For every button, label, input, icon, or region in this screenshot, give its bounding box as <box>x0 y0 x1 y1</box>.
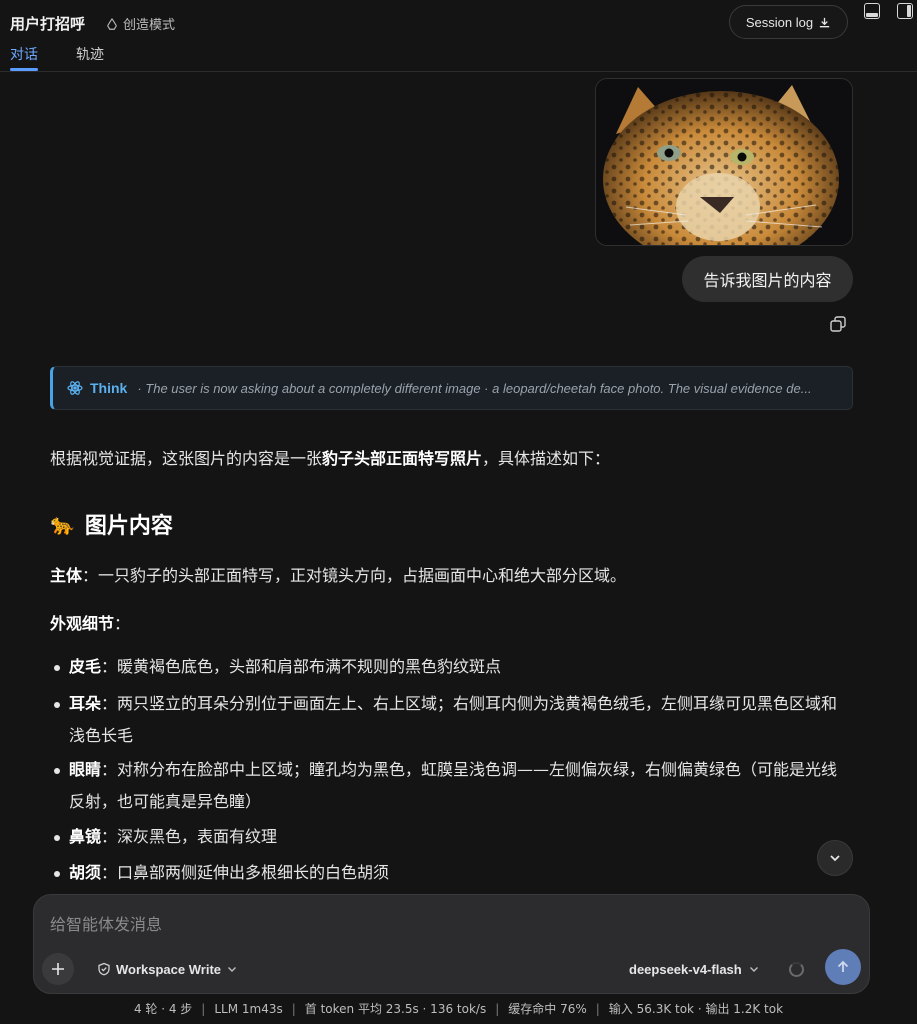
bullet-label: 鼻镜 <box>69 827 102 846</box>
shield-icon <box>98 962 110 976</box>
bullet-text: ：口鼻部两侧延伸出多根细长的白色胡须 <box>101 863 390 882</box>
list-item: 耳朵：两只竖立的耳朵分别位于画面左上、右上区域；右侧耳内侧为浅黄褐色绒毛，左侧耳… <box>50 688 850 752</box>
bullet-label: 胡须 <box>69 863 102 882</box>
send-button[interactable] <box>825 949 861 985</box>
status-llm-time: LLM 1m43s <box>214 1002 283 1016</box>
subject-paragraph: 主体：一只豹子的头部正面特写，正对镜头方向，占据画面中心和绝大部分区域。 <box>50 562 626 586</box>
section-heading: 🐆 图片内容 <box>50 508 173 540</box>
chevron-down-icon <box>228 967 237 972</box>
workspace-label: Workspace Write <box>116 961 222 977</box>
copy-icon[interactable] <box>829 315 847 333</box>
intro-suffix: ，具体描述如下： <box>482 449 611 468</box>
chevron-down-icon <box>830 855 840 862</box>
scroll-to-bottom-button[interactable] <box>817 840 853 876</box>
status-tokens: 输入 56.3K tok · 输出 1.2K tok <box>608 1002 784 1016</box>
status-separator: | <box>595 1002 600 1016</box>
bullet-label: 耳朵 <box>69 694 102 713</box>
atom-icon <box>67 381 83 395</box>
details-suffix: ： <box>114 614 131 633</box>
mode-label: 创造模式 <box>123 18 176 33</box>
message-input[interactable] <box>50 909 810 939</box>
leopard-emoji-icon: 🐆 <box>50 512 75 536</box>
intro-prefix: 根据视觉证据，这张图片的内容是一张 <box>50 449 323 468</box>
message-composer: Workspace Write deepseek-v4-flash <box>33 894 870 994</box>
page-title: 用户打招呼 <box>10 15 86 33</box>
toggle-side-panel-icon[interactable] <box>897 3 913 19</box>
user-message-bubble: 告诉我图片的内容 <box>682 256 853 302</box>
list-item: 胡须：口鼻部两侧延伸出多根细长的白色胡须 <box>50 857 850 889</box>
bullet-text: ：暖黄褐色底色，头部和肩部布满不规则的黑色豹纹斑点 <box>101 657 502 676</box>
think-text: · The user is now asking about a complet… <box>137 380 812 396</box>
chevron-down-icon <box>749 967 758 972</box>
bullet-label: 眼睛 <box>69 760 102 779</box>
intro-bold: 豹子头部正面特写照片 <box>322 449 483 468</box>
section-title: 图片内容 <box>84 514 173 539</box>
plus-icon <box>52 963 64 975</box>
details-heading: 外观细节： <box>50 610 130 634</box>
mode-indicator[interactable]: 创造模式 <box>105 14 175 33</box>
status-separator: | <box>291 1002 296 1016</box>
workspace-permission-select[interactable]: Workspace Write <box>97 957 238 981</box>
loading-spinner-icon <box>789 962 804 977</box>
arrow-up-icon <box>837 960 849 972</box>
status-bar: 4 轮 · 4 步 | LLM 1m43s | 首 token 平均 23.5s · 1… <box>0 1000 917 1017</box>
bullet-text: ：对称分布在脸部中上区域；瞳孔均为黑色，虹膜呈浅色调——左侧偏灰绿，右侧偏黄绿色… <box>69 760 838 811</box>
header: 用户打招呼 创造模式 对话 轨迹 Session log <box>0 0 917 72</box>
tab-trajectory[interactable]: 轨迹 <box>76 44 104 64</box>
model-label: deepseek-v4-flash <box>629 961 742 977</box>
active-tab-indicator <box>10 68 38 71</box>
tab-conversation[interactable]: 对话 <box>10 44 38 64</box>
session-log-label: Session log <box>745 14 814 30</box>
user-image[interactable] <box>595 78 853 246</box>
model-select[interactable]: deepseek-v4-flash <box>629 957 760 981</box>
subject-label: 主体 <box>50 566 83 585</box>
bullet-text: ：深灰黑色，表面有纹理 <box>101 827 278 846</box>
status-separator: | <box>201 1002 206 1016</box>
status-separator: | <box>495 1002 500 1016</box>
recycle-icon <box>107 17 117 30</box>
list-item: 眼睛：对称分布在脸部中上区域；瞳孔均为黑色，虹膜呈浅色调——左侧偏灰绿，右侧偏黄… <box>50 754 850 818</box>
bullet-label: 皮毛 <box>69 657 102 676</box>
think-block[interactable]: Think · The user is now asking about a c… <box>50 366 853 410</box>
status-cache-hit: 缓存命中 76% <box>508 1002 587 1016</box>
session-log-button[interactable]: Session log <box>729 5 848 39</box>
list-item: 皮毛：暖黄褐色底色，头部和肩部布满不规则的黑色豹纹斑点 <box>50 651 850 683</box>
intro-paragraph: 根据视觉证据，这张图片的内容是一张豹子头部正面特写照片，具体描述如下： <box>50 445 610 469</box>
think-label: Think <box>90 380 128 396</box>
status-first-token: 首 token 平均 23.5s · 136 tok/s <box>304 1002 487 1016</box>
bullet-text: ：两只竖立的耳朵分别位于画面左上、右上区域；右侧耳内侧为浅黄褐色绒毛，左侧耳缘可… <box>69 694 838 745</box>
leopard-photo-icon <box>596 79 852 245</box>
subject-text: ：一只豹子的头部正面特写，正对镜头方向，占据画面中心和绝大部分区域。 <box>82 566 627 585</box>
download-icon <box>819 17 830 27</box>
toggle-bottom-panel-icon[interactable] <box>864 3 880 19</box>
details-label: 外观细节 <box>50 614 115 633</box>
add-attachment-button[interactable] <box>42 953 74 985</box>
status-turns: 4 轮 · 4 步 <box>133 1002 193 1016</box>
list-item: 鼻镜：深灰黑色，表面有纹理 <box>50 821 850 853</box>
